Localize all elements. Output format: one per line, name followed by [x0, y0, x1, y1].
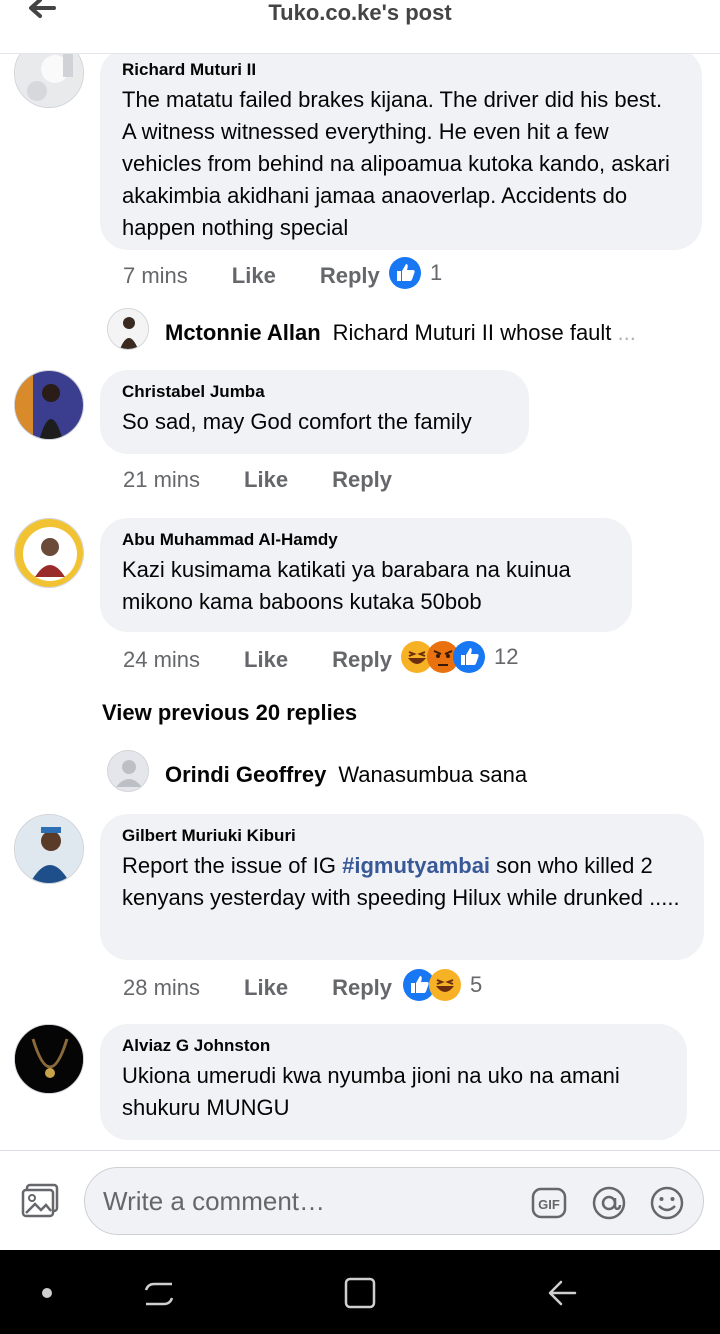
- comment-text: Report the issue of IG #igmutyambai son …: [122, 850, 682, 914]
- comment-composer: GIF: [0, 1150, 720, 1250]
- comment-text: Kazi kusimama katikati ya barabara na ku…: [122, 557, 571, 614]
- avatar[interactable]: [107, 750, 149, 792]
- home-icon: [344, 1277, 376, 1309]
- like-reaction-icon: [389, 257, 421, 289]
- comment-author[interactable]: Gilbert Muriuki Kiburi: [122, 826, 682, 846]
- comment-text-part: Report the issue of IG: [122, 853, 343, 878]
- comment-input[interactable]: [103, 1168, 523, 1234]
- recent-apps-button[interactable]: [142, 1276, 176, 1310]
- comment-input-container[interactable]: GIF: [84, 1167, 704, 1235]
- comment-author[interactable]: Christabel Jumba: [122, 382, 507, 402]
- reply-button[interactable]: Reply: [332, 647, 392, 672]
- system-back-button[interactable]: [545, 1276, 579, 1310]
- comment-actions: 7 mins Like Reply: [123, 262, 380, 290]
- reaction-summary[interactable]: 12: [400, 640, 518, 674]
- photo-button[interactable]: [20, 1183, 60, 1219]
- reply-text: Richard Muturi II whose fault: [332, 320, 612, 345]
- avatar[interactable]: [14, 370, 84, 440]
- emoji-button[interactable]: [649, 1185, 685, 1221]
- default-profile-icon: [108, 751, 148, 791]
- comment-bubble[interactable]: Alviaz G Johnston Ukiona umerudi kwa nyu…: [100, 1024, 687, 1140]
- reply-preview[interactable]: Orindi Geoffrey Wanasumbua sana: [165, 760, 685, 790]
- mention-button[interactable]: [591, 1185, 627, 1221]
- comment-author[interactable]: Abu Muhammad Al-Hamdy: [122, 530, 610, 550]
- reply-button[interactable]: Reply: [320, 263, 380, 288]
- comment-text: The matatu failed brakes kijana. The dri…: [122, 87, 670, 240]
- comment-bubble[interactable]: Christabel Jumba So sad, may God comfort…: [100, 370, 529, 454]
- avatar[interactable]: [107, 308, 149, 350]
- like-reaction-icon: [453, 641, 485, 673]
- comment-actions: 24 mins Like Reply: [123, 646, 392, 674]
- system-navigation-bar: [0, 1250, 720, 1334]
- nav-dot-button[interactable]: [30, 1276, 64, 1310]
- reaction-count: 5: [470, 972, 483, 997]
- reply-text: Wanasumbua sana: [338, 762, 528, 787]
- comment-time: 24 mins: [123, 647, 201, 672]
- reply-author[interactable]: Mctonnie Allan: [165, 320, 321, 345]
- comment-bubble[interactable]: Abu Muhammad Al-Hamdy Kazi kusimama kati…: [100, 518, 632, 632]
- dot-icon: [42, 1288, 52, 1298]
- avatar[interactable]: [14, 518, 84, 588]
- reply-ellipsis: ...: [617, 320, 636, 345]
- page-title: Tuko.co.ke's post: [268, 0, 452, 25]
- at-icon: [592, 1186, 626, 1220]
- reply-button[interactable]: Reply: [332, 467, 392, 492]
- recent-apps-icon: [144, 1282, 174, 1306]
- like-button[interactable]: Like: [244, 647, 288, 672]
- home-button[interactable]: [343, 1276, 377, 1310]
- reaction-count: 12: [494, 644, 519, 669]
- gif-icon: GIF: [531, 1187, 567, 1219]
- comment-time: 28 mins: [123, 975, 201, 1000]
- svg-text:GIF: GIF: [538, 1197, 560, 1212]
- reply-preview[interactable]: Mctonnie Allan Richard Muturi II whose fa…: [165, 318, 685, 348]
- reply-author[interactable]: Orindi Geoffrey: [165, 762, 326, 787]
- comment-actions: 28 mins Like Reply: [123, 974, 392, 1002]
- reply-button[interactable]: Reply: [332, 975, 392, 1000]
- comment-bubble[interactable]: Richard Muturi II The matatu failed brak…: [100, 54, 702, 250]
- reaction-count: 1: [430, 260, 443, 285]
- photo-icon: [21, 1183, 59, 1218]
- back-nav-icon: [548, 1280, 577, 1306]
- avatar[interactable]: [14, 814, 84, 884]
- comment-list[interactable]: Richard Muturi II The matatu failed brak…: [0, 54, 720, 1150]
- comment-actions: 21 mins Like Reply: [123, 466, 392, 494]
- comment-text: Ukiona umerudi kwa nyumba jioni na uko n…: [122, 1063, 620, 1120]
- avatar[interactable]: [14, 1024, 84, 1094]
- reaction-summary[interactable]: 1: [388, 256, 442, 290]
- comment-author[interactable]: Richard Muturi II: [122, 60, 680, 80]
- comment-author[interactable]: Alviaz G Johnston: [122, 1036, 665, 1056]
- like-button[interactable]: Like: [232, 263, 276, 288]
- top-bar: Tuko.co.ke's post: [0, 0, 720, 54]
- smiley-icon: [650, 1186, 684, 1220]
- like-button[interactable]: Like: [244, 467, 288, 492]
- like-button[interactable]: Like: [244, 975, 288, 1000]
- comment-time: 21 mins: [123, 467, 201, 492]
- hashtag-link[interactable]: #igmutyambai: [342, 853, 490, 878]
- view-previous-replies-link[interactable]: View previous 20 replies: [102, 700, 357, 726]
- comment-time: 7 mins: [123, 263, 188, 288]
- haha-reaction-icon: [429, 969, 461, 1001]
- comment-bubble[interactable]: Gilbert Muriuki Kiburi Report the issue …: [100, 814, 704, 960]
- reaction-summary[interactable]: 5: [402, 968, 482, 1002]
- gif-button[interactable]: GIF: [531, 1185, 567, 1221]
- avatar[interactable]: [14, 54, 84, 108]
- comment-text: So sad, may God comfort the family: [122, 409, 472, 434]
